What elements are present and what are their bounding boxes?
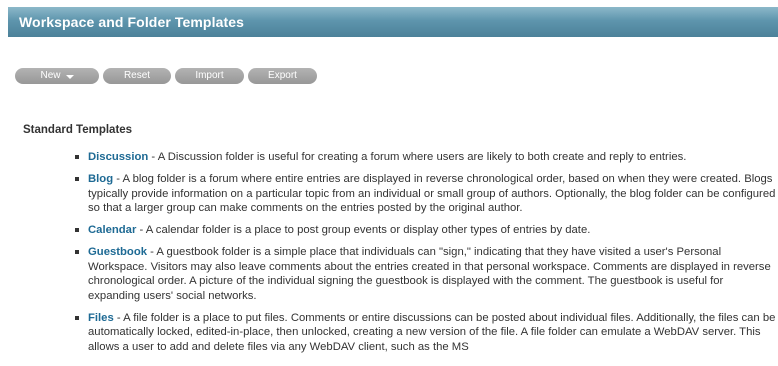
template-list: Discussion - A Discussion folder is usef… (73, 150, 778, 362)
caret-down-icon (65, 74, 74, 79)
export-button[interactable]: Export (248, 68, 317, 84)
template-item-blog: Blog - A blog folder is a forum where en… (73, 172, 778, 216)
new-button[interactable]: New (15, 68, 99, 84)
template-description: - A blog folder is a forum where entire … (88, 173, 776, 214)
bullet-icon (75, 228, 79, 232)
template-item-calendar: Calendar - A calendar folder is a place … (73, 223, 778, 238)
template-link-guestbook[interactable]: Guestbook (88, 246, 147, 258)
template-description: - A calendar folder is a place to post g… (136, 224, 591, 236)
bullet-icon (75, 250, 79, 254)
template-item-discussion: Discussion - A Discussion folder is usef… (73, 150, 778, 165)
section-heading: Standard Templates (23, 124, 133, 136)
template-description: - A guestbook folder is a simple place t… (88, 246, 771, 302)
template-description: - A Discussion folder is useful for crea… (148, 151, 687, 163)
template-link-calendar[interactable]: Calendar (88, 224, 136, 236)
template-item-guestbook: Guestbook - A guestbook folder is a simp… (73, 245, 778, 303)
template-description: - A file folder is a place to put files.… (88, 311, 776, 353)
template-link-discussion[interactable]: Discussion (88, 151, 148, 163)
import-button[interactable]: Import (175, 68, 244, 84)
template-link-blog[interactable]: Blog (88, 173, 113, 185)
bullet-icon (75, 315, 79, 320)
template-link-files[interactable]: Files (88, 312, 114, 324)
new-button-label: New (40, 70, 61, 81)
bullet-icon (75, 177, 79, 181)
bullet-icon (75, 155, 79, 159)
toolbar: New Reset Import Export (15, 68, 317, 84)
page-header: Workspace and Folder Templates (8, 7, 778, 37)
template-item-files: Files - A file folder is a place to put … (73, 311, 778, 355)
reset-button[interactable]: Reset (103, 68, 171, 84)
page-title: Workspace and Folder Templates (19, 14, 244, 30)
